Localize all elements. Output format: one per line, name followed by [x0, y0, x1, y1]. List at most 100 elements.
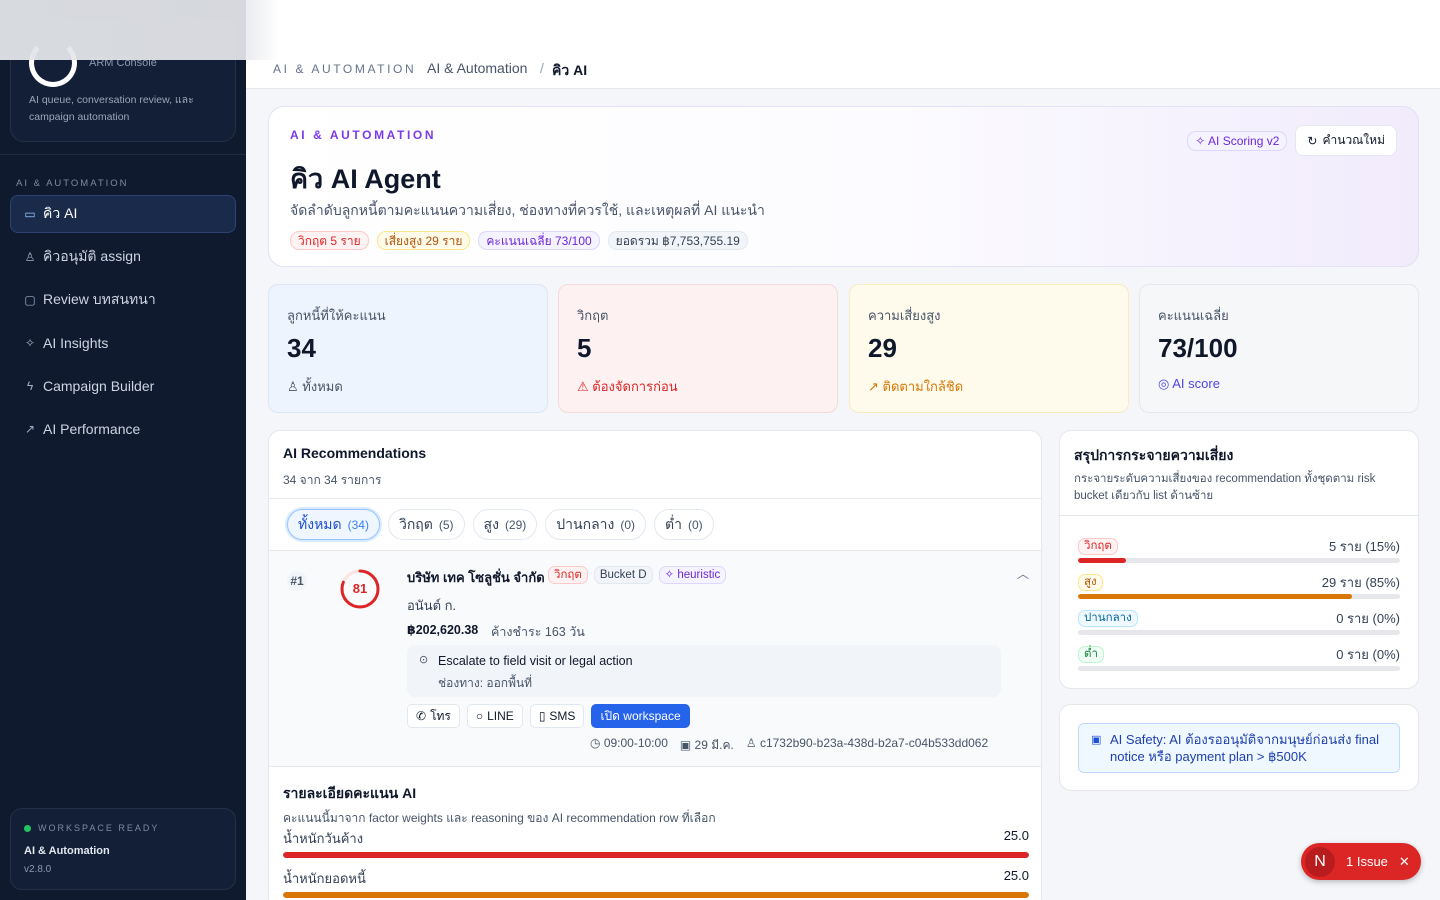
sidebar-item-approval-queue[interactable]: ♙ คิวอนุมัติ assign: [10, 238, 236, 276]
risk-bucket-low: ต่ำ 0 ราย (0%): [1078, 644, 1400, 671]
tab-high[interactable]: สูง (29): [472, 509, 538, 540]
risk-value: 29 ราย (85%): [1321, 575, 1400, 590]
due-date: ▣ 29 มี.ค.: [680, 736, 734, 755]
top-bar: [0, 0, 1440, 60]
sidebar: ARM Console AI queue, conversation revie…: [0, 0, 246, 900]
risk-track: [1078, 594, 1400, 599]
risk-bucket-critical: วิกฤต 5 ราย (15%): [1078, 536, 1400, 563]
factor-value: 25.0: [1003, 868, 1029, 883]
recommendation-row[interactable]: #1 81 บริษัท เทค โซลูชั่น จำกัด วิกฤต Bu…: [269, 551, 1041, 767]
recommended-channel: ช่องทาง: ออกพื้นที่: [438, 676, 533, 690]
bucket-badge: Bucket D: [593, 566, 653, 584]
stat-note: ♙ ทั้งหมด: [287, 376, 343, 397]
risk-value: 5 ราย (15%): [1328, 539, 1400, 554]
sms-label: SMS: [549, 709, 576, 723]
risk-badge: วิกฤต: [548, 566, 588, 584]
risk-bucket-medium: ปานกลาง 0 ราย (0%): [1078, 608, 1400, 635]
page-title: คิว AI Agent: [290, 164, 441, 194]
user-check-icon: ♙: [24, 250, 36, 264]
scoring-version-badge: ✧ AI Scoring v2: [1187, 130, 1288, 151]
time-window: ◷ 09:00-10:00: [590, 736, 668, 755]
page-header: AI & AUTOMATION คิว AI Agent จัดลำดับลูก…: [268, 106, 1419, 267]
factor-overdue-weight: น้ำหนักวันค้าง 25.0: [283, 828, 1029, 858]
ai-reason-box: ⊙ Escalate to field visit or legal actio…: [407, 645, 1001, 697]
sidebar-item-ai-queue[interactable]: ▭ คิว AI: [10, 195, 236, 233]
risk-track: [1078, 666, 1400, 671]
tab-count: (0): [687, 517, 703, 532]
factor-label: น้ำหนักวันค้าง: [283, 831, 364, 846]
tab-label: ต่ำ: [665, 515, 682, 532]
tab-label: ปานกลาง: [556, 515, 615, 532]
issue-badge[interactable]: N 1 Issue ✕: [1301, 843, 1421, 880]
tab-low[interactable]: ต่ำ (0): [654, 509, 714, 540]
sidebar-item-label: Review บทสนทนา: [43, 291, 156, 307]
recalculate-label: คำนวณใหม่: [1322, 133, 1385, 147]
workspace-status: WORKSPACE READY: [38, 823, 160, 833]
breadcrumb-separator: /: [540, 60, 544, 76]
tab-medium[interactable]: ปานกลาง (0): [545, 509, 647, 540]
risk-distribution-panel: สรุปการกระจายความเสี่ยง กระจายระดับความเ…: [1059, 430, 1419, 689]
risk-track: [1078, 558, 1400, 563]
tab-count: (5): [438, 517, 454, 532]
brand-description: AI queue, conversation review, และ campa…: [29, 94, 194, 123]
summary-badges: วิกฤต 5 ราย เสี่ยงสูง 29 ราย คะแนนเฉลี่ย…: [290, 231, 748, 250]
company-name: บริษัท เทค โซลูชั่น จำกัด: [407, 570, 545, 585]
risk-filter-tabs: ทั้งหมด (34) วิกฤต (5) สูง (29) ปานกลาง (0) …: [287, 509, 714, 540]
open-workspace-button[interactable]: เปิด workspace: [591, 704, 690, 728]
user-icon: ♙: [745, 736, 760, 750]
warning-icon: ⚠: [577, 379, 593, 394]
tab-critical[interactable]: วิกฤต (5): [387, 509, 465, 540]
overdue-days: ค้างชำระ 163 วัน: [491, 625, 585, 639]
ai-safety-panel: ▣ AI Safety: AI ต้องรออนุมัติจากมนุษย์ก่…: [1059, 704, 1419, 791]
sidebar-nav: ▭ คิว AI ♙ คิวอนุมัติ assign ▢ Review บท…: [10, 195, 236, 453]
header-actions: ✧ AI Scoring v2 ↻ คำนวณใหม่: [1187, 125, 1397, 156]
map-pin-icon: ⊙: [419, 654, 429, 666]
contact-name: อนันต์ ก.: [407, 598, 457, 613]
chevron-up-icon[interactable]: ︿: [1017, 565, 1029, 582]
sidebar-item-label: คิวอนุมัติ assign: [43, 248, 141, 264]
target-icon: ◎: [1158, 376, 1173, 391]
risk-bucket-high: สูง 29 ราย (85%): [1078, 572, 1400, 599]
risk-label: วิกฤต: [1078, 538, 1118, 555]
issue-count: 1 Issue: [1346, 854, 1388, 869]
call-label: โทร: [430, 708, 451, 723]
tab-all[interactable]: ทั้งหมด (34): [287, 509, 380, 540]
trend-icon: ↗: [24, 422, 36, 436]
method-label: heuristic: [677, 569, 721, 581]
close-icon[interactable]: ✕: [1399, 854, 1410, 870]
panel-title: สรุปการกระจายความเสี่ยง: [1074, 447, 1234, 463]
factor-bar: [283, 852, 1029, 858]
recalculate-button[interactable]: ↻ คำนวณใหม่: [1295, 125, 1397, 156]
trend-icon: ↗: [868, 379, 883, 394]
chat-icon: ○: [475, 709, 484, 723]
tab-label: สูง: [483, 515, 499, 532]
stat-card-average-score: คะแนนเฉลี่ย 73/100 ◎ AI score: [1139, 284, 1419, 413]
workspace-status-line: WORKSPACE READY: [24, 823, 222, 833]
bolt-icon: ϟ: [26, 379, 34, 393]
sidebar-item-conversation-review[interactable]: ▢ Review บทสนทนา: [10, 281, 236, 319]
stat-value: 29: [868, 333, 897, 363]
sidebar-divider: [0, 154, 246, 155]
risk-bar: [1078, 594, 1352, 599]
stat-card-scored: ลูกหนี้ที่ให้คะแนน 34 ♙ ทั้งหมด: [268, 284, 548, 413]
ai-score: 81: [352, 581, 368, 596]
score-detail-title: รายละเอียดคะแนน AI: [283, 785, 417, 801]
panel-count: 34 จาก 34 รายการ: [283, 473, 382, 487]
sidebar-item-ai-performance[interactable]: ↗ AI Performance: [10, 410, 236, 448]
line-button[interactable]: ○ LINE: [466, 704, 523, 728]
page-kicker: AI & AUTOMATION: [290, 128, 437, 142]
sidebar-item-campaign-builder[interactable]: ϟ Campaign Builder: [10, 367, 236, 405]
row-badges: วิกฤต Bucket D ✧ heuristic: [548, 566, 727, 584]
divider: [269, 498, 1041, 499]
call-button[interactable]: ✆ โทร: [407, 704, 460, 728]
breadcrumb-parent-link[interactable]: AI & Automation: [427, 60, 527, 76]
stat-label: คะแนนเฉลี่ย: [1158, 308, 1229, 323]
message-icon: ▢: [24, 293, 36, 307]
recommendations-panel: AI Recommendations 34 จาก 34 รายการ ทั้ง…: [268, 430, 1042, 900]
stat-note: ◎ AI score: [1158, 376, 1220, 392]
total-amount-badge: ยอดรวม ฿7,753,755.19: [607, 231, 748, 250]
mobile-icon: ▯: [538, 709, 546, 723]
stat-note-text: ติดตามใกล้ชิด: [882, 379, 964, 394]
sidebar-item-ai-insights[interactable]: ✧ AI Insights: [10, 324, 236, 362]
sms-button[interactable]: ▯ SMS: [529, 704, 585, 728]
